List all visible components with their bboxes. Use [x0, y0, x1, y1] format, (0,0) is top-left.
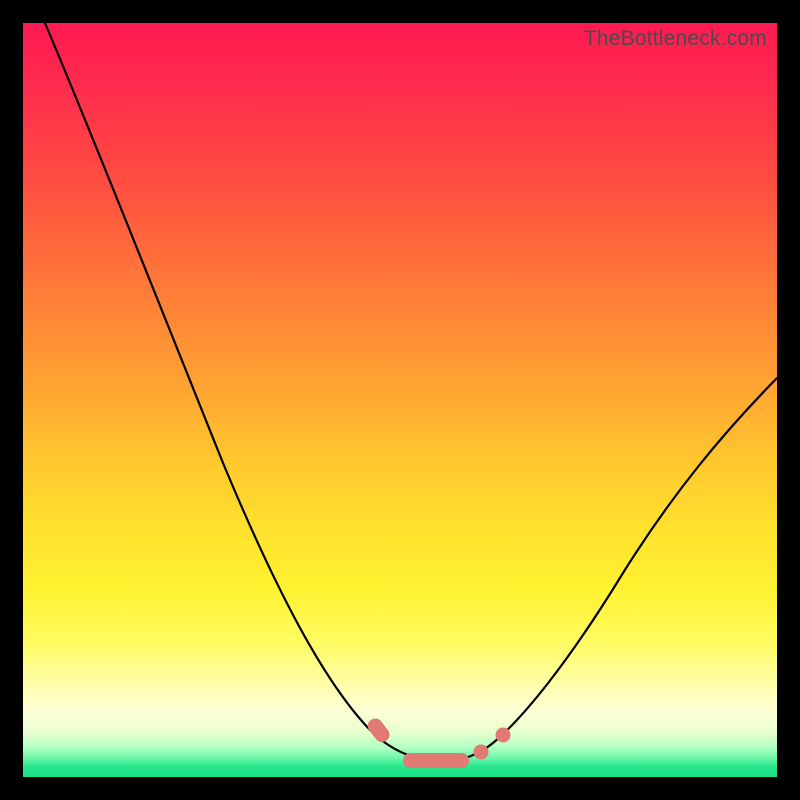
- bottleneck-curve: [45, 23, 777, 761]
- marker-pill-bottom: [403, 753, 469, 768]
- chart-frame: TheBottleneck.com: [0, 0, 800, 800]
- plot-area: TheBottleneck.com: [23, 23, 777, 777]
- marker-dot-2: [496, 728, 511, 743]
- curve-svg: [23, 23, 777, 777]
- marker-dot-1: [474, 745, 489, 760]
